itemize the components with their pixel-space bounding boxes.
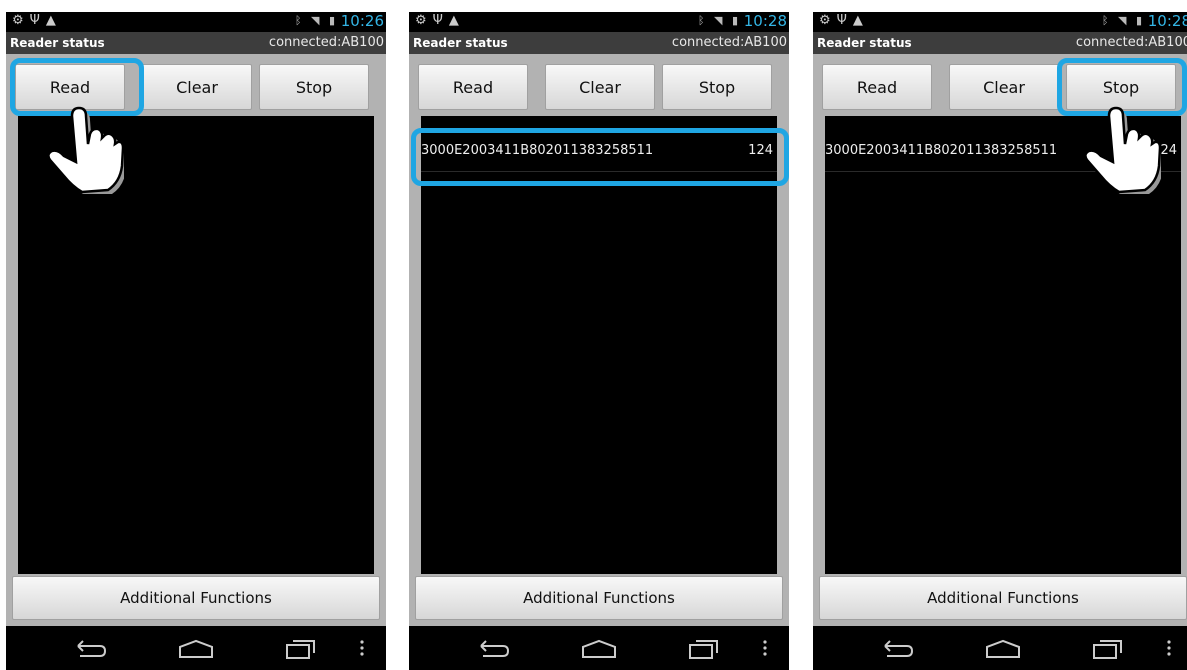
additional-functions-button[interactable]: Additional Functions: [12, 576, 380, 620]
connection-status: connected:AB100: [268, 35, 384, 50]
read-button[interactable]: Read: [822, 64, 932, 110]
reader-status-bar: Reader status connected:AB100: [409, 32, 789, 54]
connection-status: connected:AB100: [671, 35, 787, 50]
stop-button[interactable]: Stop: [662, 64, 772, 110]
clock: 10:28: [1147, 12, 1187, 30]
clock: 10:26: [340, 12, 384, 30]
additional-functions-button[interactable]: Additional Functions: [415, 576, 783, 620]
home-icon[interactable]: [177, 638, 215, 660]
phone-screen-3: ⚙Ψ▲ ᛒ ◥ ▮ 10:28 Reader status connected:…: [813, 12, 1187, 670]
reader-status-title: Reader status: [413, 36, 508, 50]
navigation-bar: [409, 626, 789, 670]
clear-button[interactable]: Clear: [949, 64, 1059, 110]
notification-icons: ⚙Ψ▲: [12, 13, 62, 28]
navigation-bar: [6, 626, 386, 670]
reader-status-title: Reader status: [817, 36, 912, 50]
overflow-menu-icon[interactable]: [358, 638, 366, 660]
status-bar: ⚙Ψ▲ ᛒ ◥ ▮ 10:28: [409, 12, 789, 32]
pointing-hand-icon: [1084, 106, 1161, 194]
system-icons: ᛒ ◥ ▮: [697, 14, 741, 27]
pointing-hand-icon: [47, 106, 124, 194]
tag-epc: 3000E2003411B802011383258511: [825, 143, 1058, 158]
clear-button[interactable]: Clear: [545, 64, 655, 110]
phone-screen-1: ⚙Ψ▲ ᛒ ◥ ▮ 10:26 Reader status connected:…: [6, 12, 386, 670]
recent-apps-icon[interactable]: [284, 638, 318, 660]
status-bar: ⚙Ψ▲ ᛒ ◥ ▮ 10:26: [6, 12, 386, 32]
recent-apps-icon[interactable]: [1091, 638, 1125, 660]
overflow-menu-icon[interactable]: [761, 638, 769, 660]
system-icons: ᛒ ◥ ▮: [294, 14, 338, 27]
recent-apps-icon[interactable]: [687, 638, 721, 660]
tag-row-highlight: [411, 128, 789, 186]
read-button[interactable]: Read: [418, 64, 528, 110]
back-icon[interactable]: [475, 638, 511, 660]
additional-functions-button[interactable]: Additional Functions: [819, 576, 1187, 620]
stop-button[interactable]: Stop: [259, 64, 369, 110]
home-icon[interactable]: [580, 638, 618, 660]
reader-status-bar: Reader status connected:AB100: [6, 32, 386, 54]
clear-button[interactable]: Clear: [142, 64, 252, 110]
overflow-menu-icon[interactable]: [1165, 638, 1173, 660]
navigation-bar: [813, 626, 1187, 670]
notification-icons: ⚙Ψ▲: [819, 13, 869, 28]
phone-screen-2: ⚙Ψ▲ ᛒ ◥ ▮ 10:28 Reader status connected:…: [409, 12, 789, 670]
system-icons: ᛒ ◥ ▮: [1101, 14, 1145, 27]
back-icon[interactable]: [879, 638, 915, 660]
clock: 10:28: [743, 12, 787, 30]
reader-status-bar: Reader status connected:AB100: [813, 32, 1187, 54]
notification-icons: ⚙Ψ▲: [415, 13, 465, 28]
reader-status-title: Reader status: [10, 36, 105, 50]
status-bar: ⚙Ψ▲ ᛒ ◥ ▮ 10:28: [813, 12, 1187, 32]
connection-status: connected:AB100: [1075, 35, 1187, 50]
home-icon[interactable]: [984, 638, 1022, 660]
back-icon[interactable]: [72, 638, 108, 660]
